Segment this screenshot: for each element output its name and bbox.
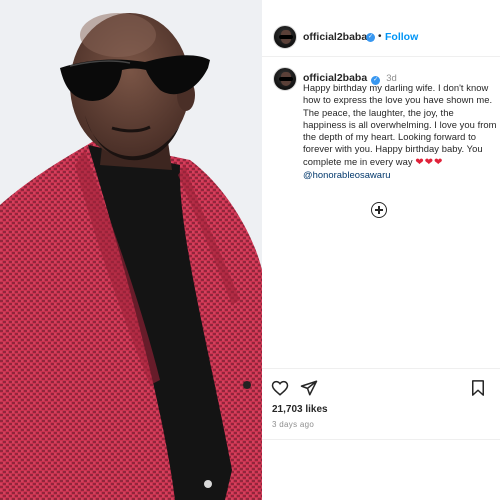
author-avatar[interactable]	[273, 25, 297, 49]
avatar-glasses	[279, 77, 293, 81]
likes-count[interactable]: 21,703 likes	[272, 404, 328, 415]
heart-outline-icon[interactable]	[271, 379, 289, 397]
post-date[interactable]: 3 days ago	[272, 420, 314, 429]
post-header: official2baba ✓ • Follow	[262, 0, 500, 57]
post-photo	[0, 0, 262, 500]
paper-plane-icon[interactable]	[300, 379, 318, 397]
comment-area	[262, 441, 500, 500]
caption-text: Happy birthday my darling wife. I don't …	[303, 82, 499, 181]
plus-circle-icon[interactable]	[371, 202, 387, 218]
header-separator: •	[378, 31, 382, 42]
post-actions: 21,703 likes 3 days ago	[262, 368, 500, 440]
caption-body: Happy birthday my darling wife. I don't …	[303, 82, 497, 167]
mention-link[interactable]: @honorableosawaru	[303, 169, 391, 180]
post-photo-illustration	[0, 0, 262, 500]
caption-section: official2baba ✓ 3d Happy birthday my darli…	[262, 58, 500, 368]
verified-badge-icon: ✓	[366, 33, 375, 42]
red-hearts-emoji: ❤❤❤	[415, 156, 444, 168]
author-username[interactable]: official2baba	[303, 31, 367, 43]
follow-button[interactable]: Follow	[385, 31, 418, 43]
avatar-glasses	[279, 35, 293, 39]
bookmark-icon[interactable]	[469, 379, 487, 397]
caption-avatar[interactable]	[273, 67, 297, 91]
post-sidebar: official2baba ✓ • Follow official2baba ✓ 3…	[262, 0, 500, 500]
